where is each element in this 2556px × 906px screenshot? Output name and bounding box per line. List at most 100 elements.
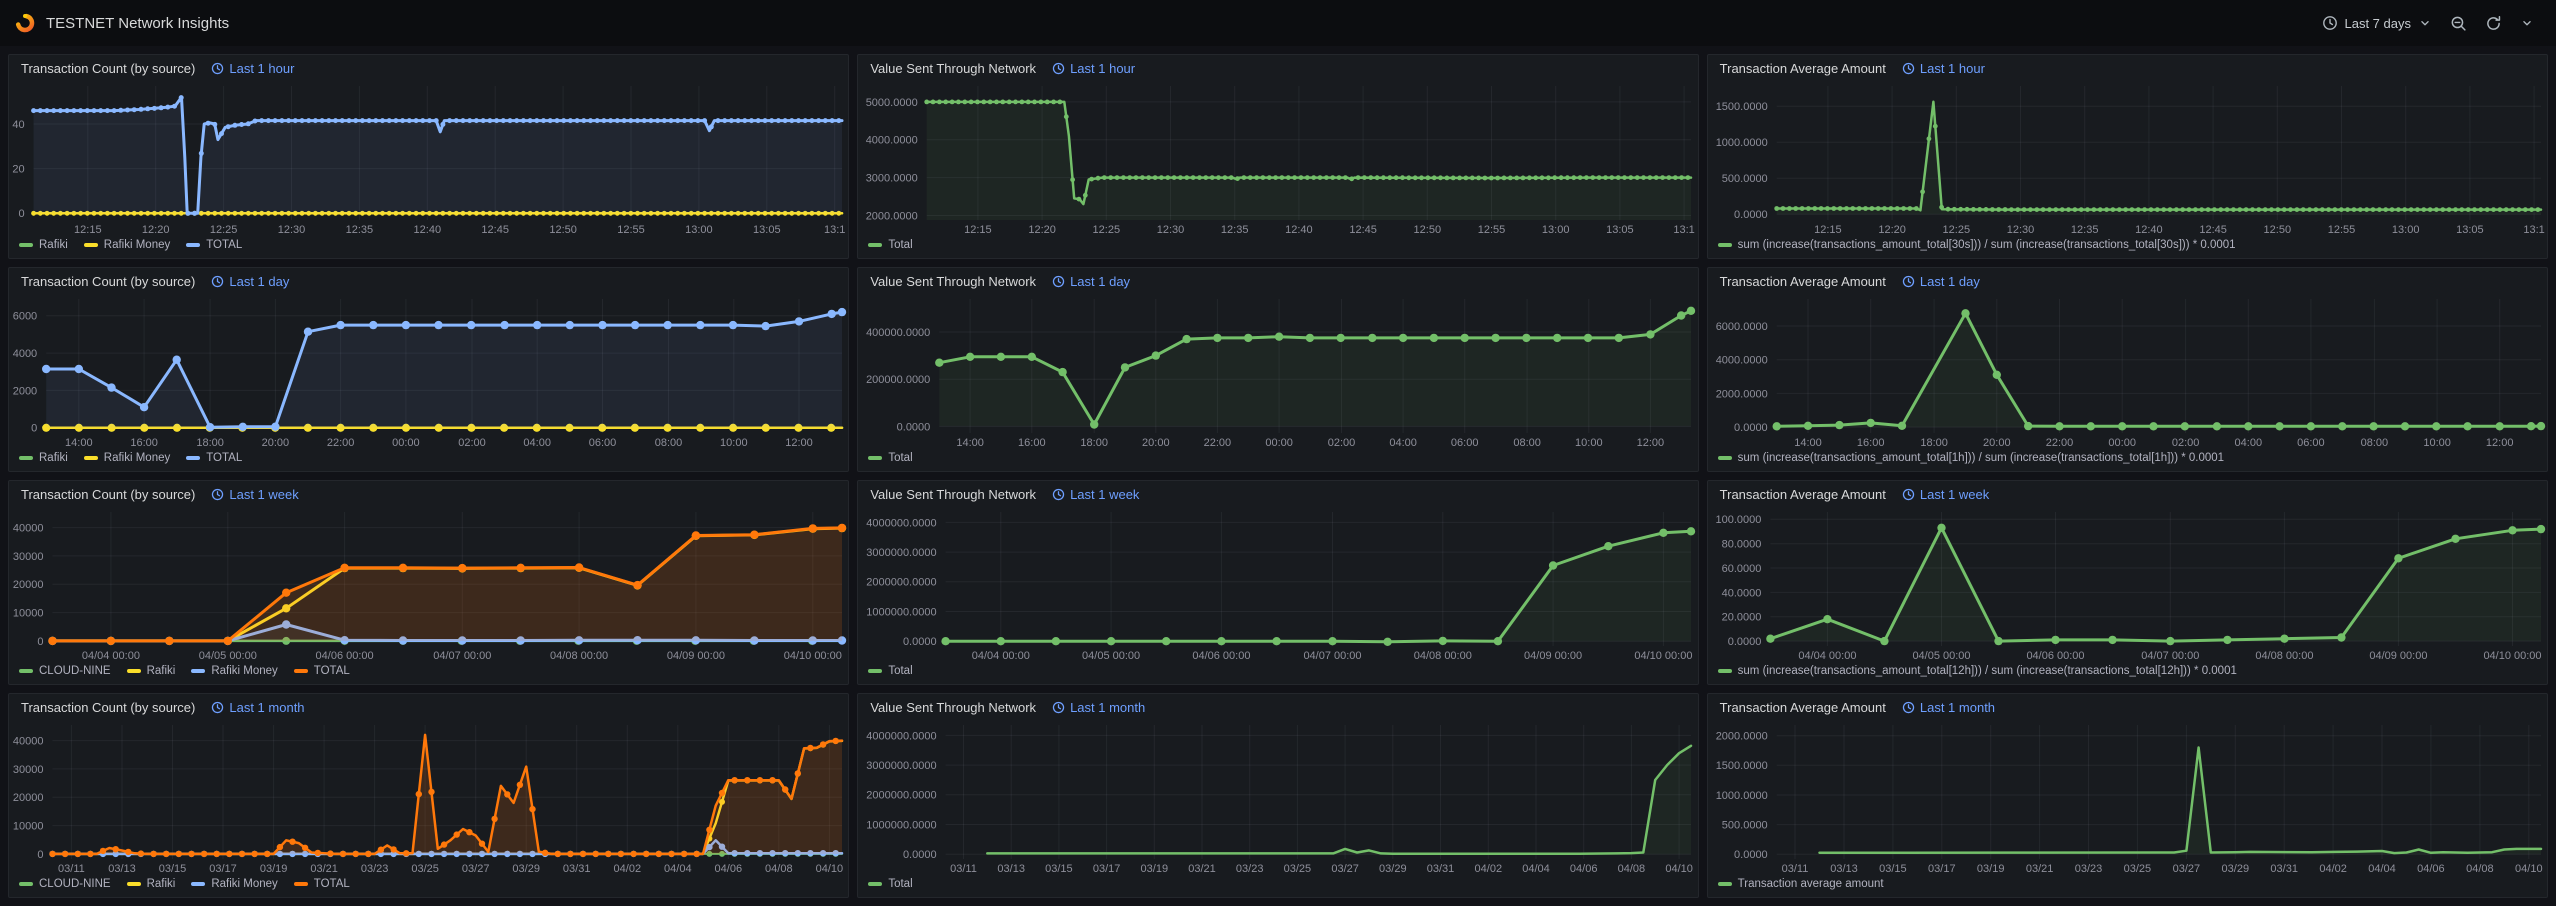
chart-area[interactable]: 020004000600014:0016:0018:0020:0022:0000… <box>9 291 848 451</box>
refresh-interval-button[interactable] <box>2512 10 2542 36</box>
chart-area[interactable]: 0.00001000000.00002000000.00003000000.00… <box>858 504 1697 664</box>
time-range-label: Last 7 days <box>2345 16 2412 31</box>
chart-area[interactable]: 0.00002000.00004000.00006000.000014:0016… <box>1708 291 2547 451</box>
legend-item[interactable]: Transaction average amount <box>1718 878 1884 890</box>
x-tick-label: 04/10 <box>816 863 844 875</box>
panel-title[interactable]: Transaction Average Amount <box>1720 487 1886 502</box>
panel-time-range-link[interactable]: Last 1 month <box>211 700 304 715</box>
data-point-marker <box>702 118 707 123</box>
data-point-marker <box>1275 333 1283 341</box>
data-point-marker <box>1071 177 1076 182</box>
panel-time-range-link[interactable]: Last 1 hour <box>1052 61 1135 76</box>
data-point-marker <box>1515 176 1520 181</box>
legend-item[interactable]: TOTAL <box>294 878 350 890</box>
x-tick-label: 04/07 00:00 <box>433 650 491 662</box>
legend-item[interactable]: Rafiki Money <box>84 452 170 464</box>
legend-item[interactable]: TOTAL <box>186 452 242 464</box>
legend-item[interactable]: TOTAL <box>186 239 242 251</box>
panel-time-range-link[interactable]: Last 1 week <box>1052 487 1139 502</box>
x-tick-label: 03/31 <box>1427 863 1455 875</box>
data-point-marker <box>159 105 164 110</box>
panel-title[interactable]: Transaction Average Amount <box>1720 700 1886 715</box>
panel-title[interactable]: Transaction Count (by source) <box>21 274 195 289</box>
chart-area[interactable]: 2000.00003000.00004000.00005000.000012:1… <box>858 78 1697 238</box>
clock-icon <box>1052 488 1065 501</box>
legend-item[interactable]: Rafiki <box>127 665 176 677</box>
legend-item[interactable]: Total <box>868 239 912 251</box>
legend-item[interactable]: Total <box>868 452 912 464</box>
legend-item[interactable]: Rafiki Money <box>191 878 277 890</box>
panel-title[interactable]: Transaction Count (by source) <box>21 487 195 502</box>
panel-time-range-link[interactable]: Last 1 hour <box>211 61 294 76</box>
legend-item[interactable]: CLOUD-NINE <box>19 665 111 677</box>
zoom-out-button[interactable] <box>2442 9 2475 38</box>
legend-item[interactable]: TOTAL <box>294 665 350 677</box>
chart-area[interactable]: 0.0000500.00001000.00001500.000012:1512:… <box>1708 78 2547 238</box>
panel-time-range-link[interactable]: Last 1 day <box>1902 274 1980 289</box>
x-tick-label: 12:25 <box>210 224 238 236</box>
panel-time-range-label: Last 1 day <box>1070 274 1130 289</box>
panel-title[interactable]: Value Sent Through Network <box>870 274 1036 289</box>
chart-area[interactable]: 0.0000200000.0000400000.000014:0016:0018… <box>858 291 1697 451</box>
legend-item[interactable]: sum (increase(transactions_amount_total[… <box>1718 239 2236 251</box>
chart-area[interactable]: 0.000020.000040.000060.000080.0000100.00… <box>1708 504 2547 664</box>
data-point-marker <box>1090 420 1098 428</box>
data-point-marker <box>593 851 599 857</box>
legend-item[interactable]: Total <box>868 665 912 677</box>
legend-item[interactable]: Rafiki <box>127 878 176 890</box>
legend-item[interactable]: Rafiki <box>19 452 68 464</box>
data-point-marker <box>1523 334 1531 342</box>
panel-title[interactable]: Transaction Average Amount <box>1720 61 1886 76</box>
chart-area[interactable]: 0.0000500.00001000.00001500.00002000.000… <box>1708 717 2547 877</box>
panel-time-range-link[interactable]: Last 1 month <box>1052 700 1145 715</box>
x-tick-label: 08:00 <box>1514 437 1542 449</box>
y-tick-label: 0.0000 <box>1734 849 1768 861</box>
chart-area[interactable]: 01000020000300004000003/1103/1303/1503/1… <box>9 717 848 877</box>
chart-area[interactable]: 0204012:1512:2012:2512:3012:3512:4012:45… <box>9 78 848 238</box>
data-point-marker <box>369 321 377 329</box>
refresh-button[interactable] <box>2477 9 2510 38</box>
panel-time-range-link[interactable]: Last 1 week <box>1902 487 1989 502</box>
x-tick-label: 03/13 <box>998 863 1026 875</box>
legend-item[interactable]: Rafiki Money <box>191 665 277 677</box>
data-point-marker <box>1647 330 1655 338</box>
data-point-marker <box>65 108 70 113</box>
legend-item[interactable]: sum (increase(transactions_amount_total[… <box>1718 665 2237 677</box>
legend-item[interactable]: CLOUD-NINE <box>19 878 111 890</box>
panel-title[interactable]: Transaction Count (by source) <box>21 61 195 76</box>
data-point-marker <box>2339 207 2344 212</box>
chart-area[interactable]: 01000020000300004000004/04 00:0004/05 00… <box>9 504 848 664</box>
data-point-marker <box>1882 206 1887 211</box>
x-tick-label: 13:05 <box>753 224 781 236</box>
panel-title[interactable]: Transaction Average Amount <box>1720 274 1886 289</box>
legend-item[interactable]: Rafiki <box>19 239 68 251</box>
data-point-marker <box>669 118 674 123</box>
x-tick-label: 03/15 <box>1879 863 1907 875</box>
panel-time-range-link[interactable]: Last 1 day <box>211 274 289 289</box>
panel-title[interactable]: Transaction Count (by source) <box>21 700 195 715</box>
data-point-marker <box>78 108 83 113</box>
y-tick-label: 1500.0000 <box>1715 101 1767 113</box>
panel-title[interactable]: Value Sent Through Network <box>870 61 1036 76</box>
legend: Total <box>858 877 1697 897</box>
data-point-marker <box>1059 368 1067 376</box>
data-point-marker <box>2326 207 2331 212</box>
data-point-marker <box>42 365 50 373</box>
panel-time-range-link[interactable]: Last 1 hour <box>1902 61 1985 76</box>
legend-item[interactable]: Total <box>868 878 912 890</box>
chart-area[interactable]: 0.00001000000.00002000000.00003000000.00… <box>858 717 1697 877</box>
data-point-marker <box>447 118 452 123</box>
grafana-logo-icon[interactable] <box>14 12 36 34</box>
panel-title[interactable]: Value Sent Through Network <box>870 487 1036 502</box>
panel-title[interactable]: Value Sent Through Network <box>870 700 1036 715</box>
legend-item[interactable]: Rafiki Money <box>84 239 170 251</box>
panel-time-range-link[interactable]: Last 1 month <box>1902 700 1995 715</box>
panel-time-range-link[interactable]: Last 1 week <box>211 487 298 502</box>
x-tick-label: 03/17 <box>209 863 237 875</box>
time-range-picker-button[interactable]: Last 7 days <box>2314 9 2441 37</box>
panel-time-range-link[interactable]: Last 1 day <box>1052 274 1130 289</box>
data-point-marker <box>580 851 586 857</box>
legend-item[interactable]: sum (increase(transactions_amount_total[… <box>1718 452 2224 464</box>
data-point-marker <box>776 118 781 123</box>
x-tick-label: 12:35 <box>1221 224 1249 236</box>
